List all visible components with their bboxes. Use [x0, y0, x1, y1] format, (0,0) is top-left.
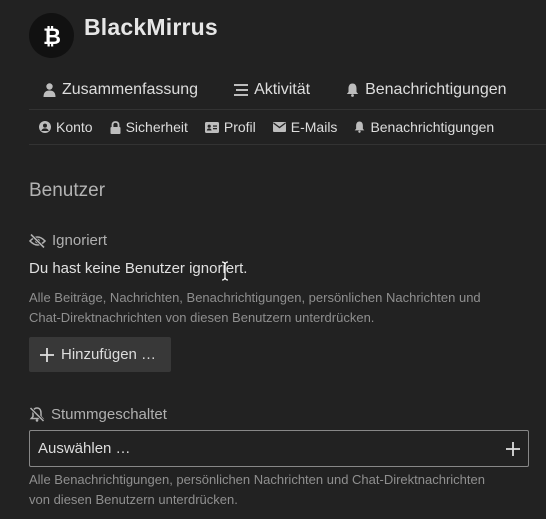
add-button-label: Hinzufügen …	[61, 346, 157, 363]
text-cursor-icon	[221, 261, 229, 281]
subtab-account[interactable]: Konto	[39, 119, 93, 135]
tab-notifications-label: Benachrichtigungen	[365, 80, 507, 98]
muted-label-row: Stummgeschaltet	[29, 406, 167, 423]
ignored-help-line: Chat-Direktnachrichten von diesen Benutz…	[29, 310, 375, 325]
select-placeholder: Auswählen …	[38, 440, 131, 457]
bell-icon	[355, 121, 365, 133]
muted-users-select[interactable]: Auswählen …	[29, 430, 529, 467]
subtab-emails[interactable]: E-Mails	[272, 119, 338, 135]
subtab-security-label: Sicherheit	[125, 119, 188, 135]
tab-activity-label: Aktivität	[254, 80, 311, 98]
envelope-icon	[272, 122, 286, 132]
ignored-help-text: Alle Beiträge, Nachrichten, Benachrichti…	[29, 288, 529, 328]
muted-help-text: Alle Benachrichtigungen, persönlichen Na…	[29, 470, 529, 510]
list-icon	[234, 83, 249, 96]
user-icon	[43, 82, 56, 97]
plus-icon	[40, 347, 54, 362]
primary-nav: Zusammenfassung Aktivität Benachrichtigu…	[29, 70, 546, 110]
account-icon	[39, 121, 51, 133]
id-card-icon	[204, 121, 219, 133]
bell-slash-icon	[29, 407, 45, 422]
subtab-profile-label: Profil	[223, 119, 256, 135]
subtab-emails-label: E-Mails	[290, 119, 338, 135]
bell-icon	[346, 83, 359, 97]
subtab-security[interactable]: Sicherheit	[110, 119, 188, 135]
preferences-nav: Konto Sicherheit Profil E-Mails Benachri…	[29, 110, 546, 145]
muted-label: Stummgeschaltet	[51, 406, 167, 423]
muted-help-line: von diesen Benutzern unterdrücken.	[29, 492, 238, 507]
username[interactable]: BlackMirrus	[84, 14, 218, 41]
plus-icon[interactable]	[506, 441, 520, 456]
ignored-label-row: Ignoriert	[29, 232, 107, 249]
tab-summary-label: Zusammenfassung	[62, 80, 199, 98]
avatar[interactable]: ₿	[29, 13, 74, 58]
tab-notifications[interactable]: Benachrichtigungen	[346, 80, 507, 99]
eye-slash-icon	[29, 233, 46, 248]
ignored-empty-text: Du hast keine Benutzer ignoriert.	[29, 260, 248, 277]
muted-help-line: Alle Benachrichtigungen, persönlichen Na…	[29, 472, 485, 487]
subtab-notifications-label: Benachrichtigungen	[370, 119, 495, 135]
bitcoin-icon: ₿	[43, 25, 61, 50]
subtab-notifications[interactable]: Benachrichtigungen	[354, 119, 494, 135]
subtab-profile[interactable]: Profil	[204, 119, 256, 135]
ignored-label: Ignoriert	[52, 232, 108, 249]
ignored-help-line: Alle Beiträge, Nachrichten, Benachrichti…	[29, 290, 481, 305]
user-header: ₿ BlackMirrus	[29, 13, 546, 58]
svg-text:₿: ₿	[43, 25, 61, 50]
subtab-account-label: Konto	[56, 119, 93, 135]
add-ignored-user-button[interactable]: Hinzufügen …	[29, 337, 171, 372]
tab-activity[interactable]: Aktivität	[234, 81, 310, 99]
tab-summary[interactable]: Zusammenfassung	[43, 81, 198, 99]
section-title: Benutzer	[29, 180, 106, 201]
lock-icon	[110, 120, 121, 134]
